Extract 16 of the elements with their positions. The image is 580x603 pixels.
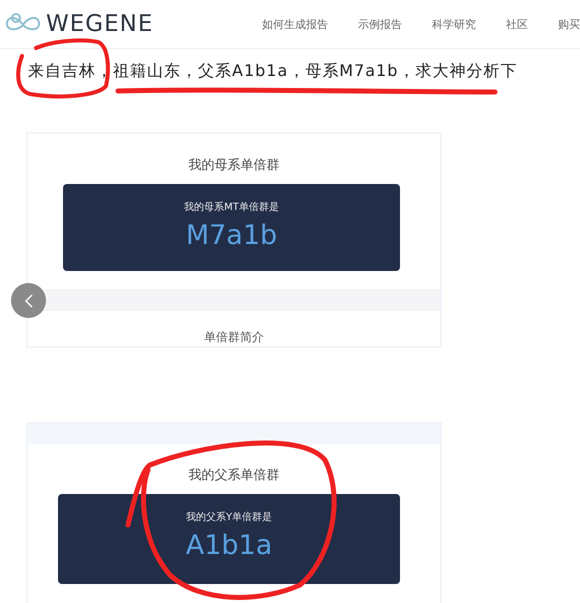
section-heading: 单倍群简介	[203, 329, 265, 346]
haplogroup-value: A1b1a	[186, 530, 272, 561]
nav-link[interactable]: 社区	[506, 16, 528, 32]
previous-button[interactable]	[11, 283, 46, 318]
logo-text: WEGENE	[46, 11, 154, 37]
post-title: 来自吉林，祖籍山东，父系A1b1a，母系M7a1b，求大神分析下	[28, 61, 518, 82]
nav-link[interactable]: 示例报告	[358, 16, 402, 32]
card-heading: 我的母系单倍群	[188, 157, 280, 174]
nav-link[interactable]: 购买	[558, 16, 580, 32]
result-label: 我的父系Y单倍群是	[186, 510, 272, 524]
haplogroup-value: M7a1b	[186, 220, 278, 251]
nav-link[interactable]: 如何生成报告	[262, 16, 328, 32]
nav-link[interactable]: 科学研究	[432, 16, 476, 32]
card-heading: 我的父系单倍群	[188, 467, 280, 484]
result-label: 我的母系MT单倍群是	[184, 200, 279, 214]
chevron-left-icon	[24, 294, 32, 308]
